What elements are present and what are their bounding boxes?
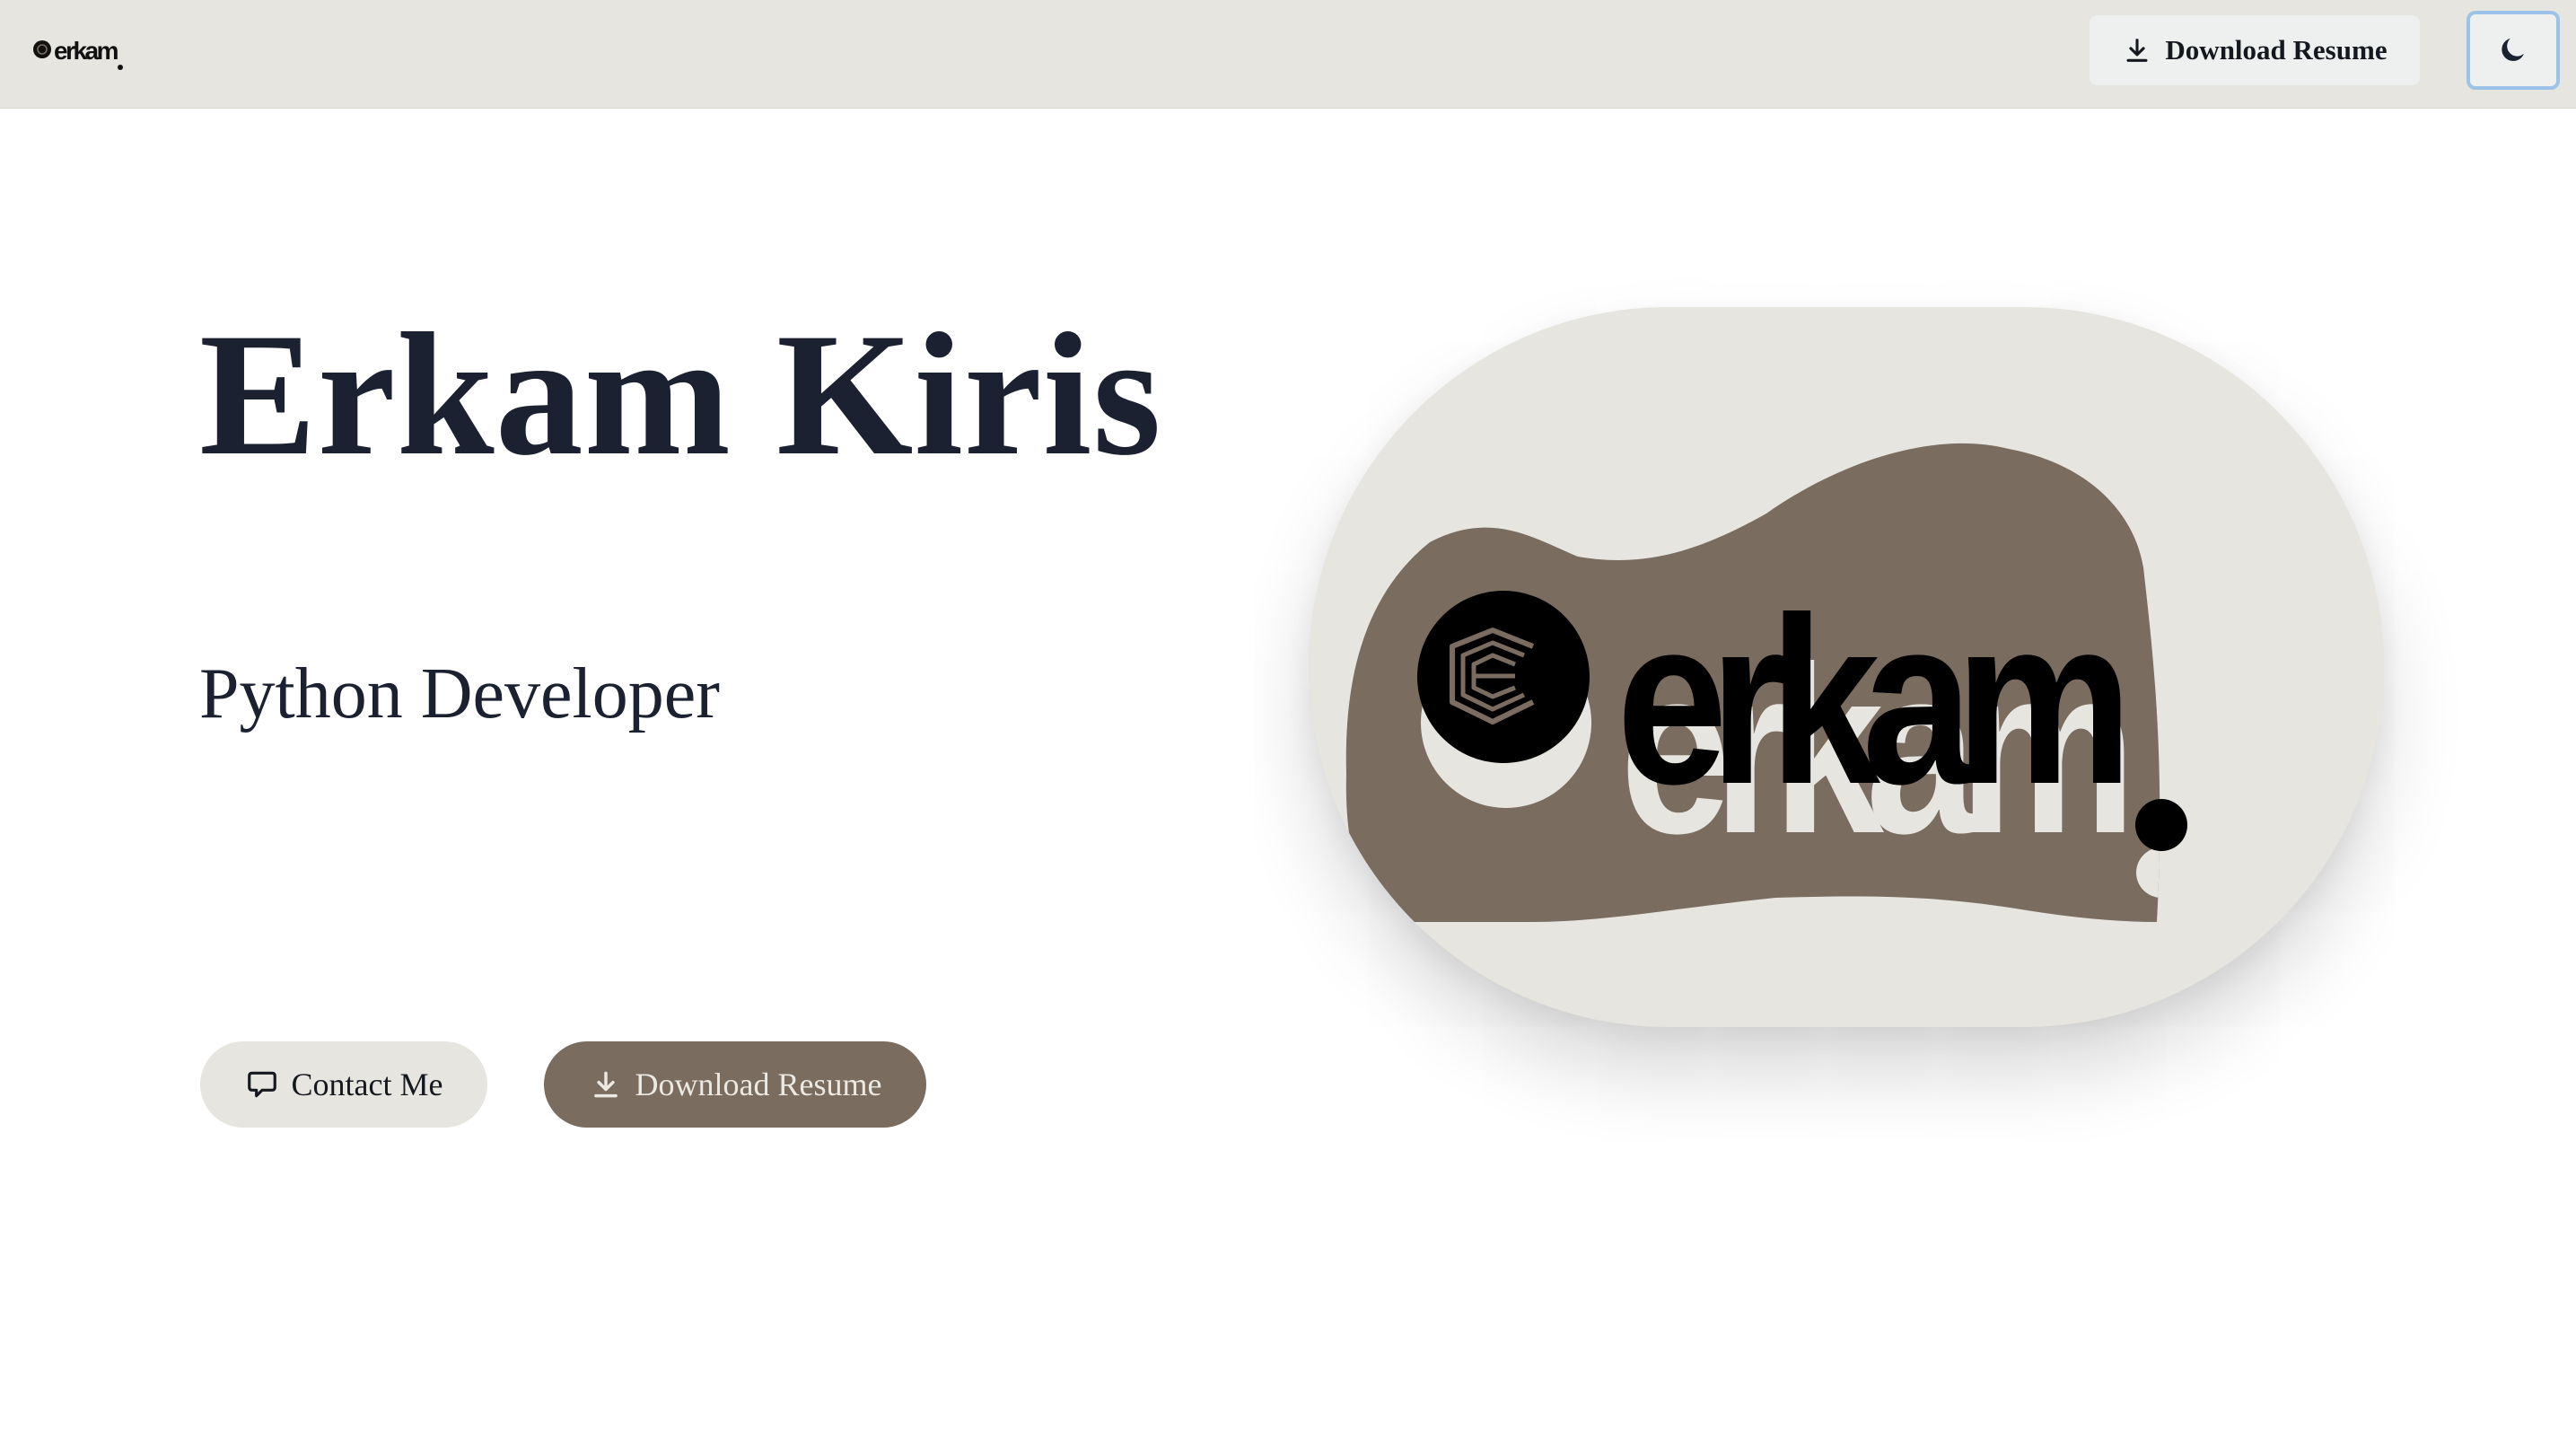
logo-card: erkam erkam [1309, 307, 2384, 1027]
hero-download-resume-button[interactable]: Download Resume [544, 1041, 926, 1128]
hero-download-label: Download Resume [635, 1067, 882, 1102]
theme-toggle-button[interactable] [2466, 11, 2560, 90]
contact-me-button[interactable]: Contact Me [200, 1041, 487, 1128]
hero-role: Python Developer [199, 654, 720, 733]
contact-me-label: Contact Me [291, 1067, 443, 1102]
e-emblem-icon [1417, 591, 1590, 763]
site-logo[interactable]: erkam [32, 34, 126, 72]
download-icon [593, 1071, 618, 1098]
erkam-logo-illustration: erkam erkam [1345, 443, 2187, 922]
logo-wordmark-text: erkam [1617, 568, 2121, 834]
moon-icon [2502, 38, 2524, 61]
site-logo-text: erkam [54, 37, 118, 65]
chat-bubble-icon [247, 1071, 276, 1098]
hero-name: Erkam Kiris [199, 297, 1162, 492]
logo-wordmark-dot [2135, 799, 2187, 851]
nav-download-resume-button[interactable]: Download Resume [2090, 15, 2420, 85]
navbar: erkam Download Resume [0, 0, 2576, 109]
download-icon [2126, 39, 2148, 62]
nav-download-label: Download Resume [2165, 34, 2388, 66]
